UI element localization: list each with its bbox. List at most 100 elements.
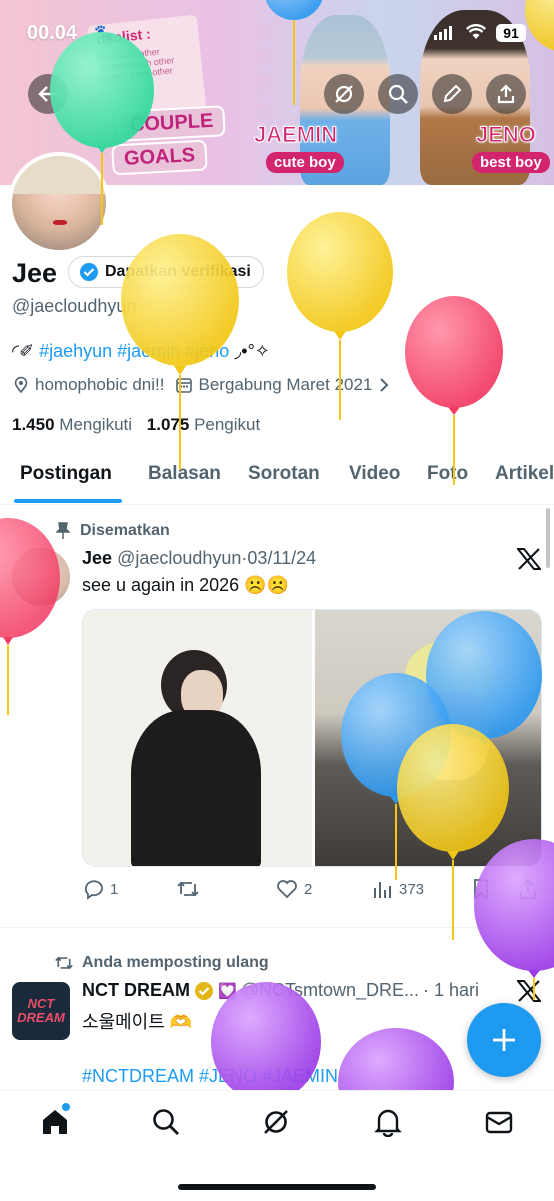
following-link[interactable]: 1.450 Mengikuti — [12, 415, 132, 434]
handle: @jaecloudhyun — [12, 296, 137, 316]
bio-suffix: ◞•°✧ — [234, 341, 270, 361]
post-date: 03/11/24 — [247, 548, 317, 568]
tab-video[interactable]: Video — [349, 463, 400, 485]
repost-indicator: Anda memposting ulang — [54, 954, 269, 972]
pinned-label: Disematkan — [80, 522, 170, 539]
repost-text: 소울메이트 🫶 — [82, 1012, 193, 1032]
share-button[interactable] — [486, 74, 526, 114]
display-name: Jee — [12, 258, 58, 288]
avatar[interactable] — [8, 152, 110, 254]
x-logo-icon — [515, 980, 543, 1007]
grok-icon — [264, 1110, 288, 1134]
repost-hashtags[interactable]: #NCTDREAM #JENO #JAEMIN — [82, 1066, 338, 1087]
banner-name-right: JENO — [476, 122, 537, 148]
location-icon — [14, 376, 28, 394]
join-date: Bergabung Maret 2021 — [198, 375, 373, 394]
notification-dot — [62, 1103, 70, 1111]
balloon-red-right — [405, 296, 503, 485]
status-time: 00.04 — [27, 22, 78, 44]
search-icon — [153, 1109, 179, 1135]
verify-label: Dapatkan verifikasi — [105, 263, 251, 280]
verify-button[interactable]: Dapatkan verifikasi — [68, 256, 264, 288]
battery-icon: 91 — [496, 24, 526, 42]
tab-active-indicator — [14, 499, 122, 503]
nav-messages[interactable] — [484, 1107, 514, 1142]
repost-icon — [55, 956, 73, 970]
bio-hashtag[interactable]: #jaehyun — [39, 341, 112, 361]
post-media[interactable] — [82, 609, 542, 867]
tab-replies[interactable]: Balasan — [148, 463, 221, 485]
paw-icon: 🐾 — [94, 25, 114, 42]
nav-home[interactable] — [40, 1103, 70, 1142]
grok-button[interactable] — [324, 74, 364, 114]
followers-label: Pengikut — [194, 415, 261, 434]
post-image-2[interactable] — [315, 610, 541, 866]
x-logo-icon — [515, 548, 543, 575]
post-handle: @jaecloudhyun — [117, 548, 242, 568]
signal-icon — [434, 26, 454, 45]
tab-highlights[interactable]: Sorotan — [248, 463, 320, 485]
bottom-nav — [0, 1090, 554, 1201]
repost-time: · 1 hari — [423, 980, 480, 1000]
bio: ◜✐ #jaehyun #jaemin #jeno ◞•°✧ — [12, 341, 270, 362]
search-button[interactable] — [378, 74, 418, 114]
views-button[interactable]: 373 — [373, 878, 424, 900]
battery-level: 91 — [503, 25, 519, 41]
scrollbar[interactable] — [546, 508, 550, 568]
pinned-indicator: Disematkan — [56, 522, 170, 540]
tab-articles[interactable]: Artikel — [495, 463, 554, 485]
bookmark-button[interactable] — [472, 878, 490, 900]
location: homophobic dni!! — [35, 375, 165, 394]
pencil-icon — [443, 84, 462, 103]
reply-button[interactable]: 1 — [82, 878, 118, 900]
post-share-button[interactable] — [518, 878, 538, 900]
tab-photos[interactable]: Foto — [427, 463, 468, 485]
edit-button[interactable] — [432, 74, 472, 114]
nav-search[interactable] — [151, 1107, 181, 1142]
home-indicator — [178, 1184, 376, 1190]
grok-icon — [335, 85, 353, 103]
nav-notifications[interactable] — [373, 1107, 403, 1142]
tab-posts[interactable]: Postingan — [20, 463, 112, 485]
followers-link[interactable]: 1.075 Pengikut — [147, 415, 260, 434]
repost-author[interactable]: NCT DREAM — [82, 980, 190, 1001]
bell-icon — [374, 1109, 402, 1138]
tabs-divider — [0, 504, 554, 505]
followers-count: 1.075 — [146, 415, 190, 434]
gold-verified-icon — [195, 981, 213, 1000]
calendar-icon — [176, 378, 193, 393]
balloon-purple-bottom-2 — [338, 1028, 454, 1090]
bio-hashtag[interactable]: #jeno — [185, 341, 229, 361]
banner-couple-label: COUPLE — [117, 105, 227, 142]
pin-icon — [56, 522, 70, 539]
following-label: Mengikuti — [59, 415, 133, 434]
post-header: Jee @jaecloudhyun·03/11/24 — [82, 548, 316, 569]
repost-header: NCT DREAM 💟 @NCTsmtown_DRE... · 1 hari — [82, 980, 479, 1001]
share-icon — [520, 878, 536, 899]
follow-counts: 1.450 Mengikuti 1.075 Pengikut — [12, 415, 260, 435]
back-button[interactable] — [28, 74, 68, 114]
back-arrow-icon — [38, 86, 57, 102]
banner-goals-label: GOALS — [111, 139, 208, 176]
home-icon — [43, 1110, 67, 1134]
reply-count: 1 — [110, 880, 119, 898]
search-icon — [388, 84, 408, 104]
like-button[interactable]: 2 — [276, 878, 312, 900]
post-divider — [0, 927, 554, 928]
bookmark-icon — [474, 879, 488, 900]
repost-button[interactable] — [176, 878, 200, 900]
nav-grok[interactable] — [261, 1107, 291, 1142]
post-avatar[interactable] — [12, 548, 70, 606]
post-image-1[interactable] — [83, 610, 312, 866]
reply-icon — [84, 880, 103, 900]
bio-hashtag[interactable]: #jaemin — [117, 341, 180, 361]
bio-prefix: ◜✐ — [12, 341, 35, 361]
banner-sub-right: best boy — [472, 152, 550, 173]
repost-avatar[interactable]: NCT DREAM — [12, 982, 70, 1040]
banner-sub-left: cute boy — [266, 152, 344, 173]
chevron-right-icon[interactable] — [377, 377, 391, 393]
view-count: 373 — [399, 880, 425, 898]
post-author[interactable]: Jee — [82, 548, 112, 568]
post-text: see u again in 2026 ☹️☹️ — [82, 575, 289, 595]
compose-button[interactable] — [467, 1003, 541, 1077]
